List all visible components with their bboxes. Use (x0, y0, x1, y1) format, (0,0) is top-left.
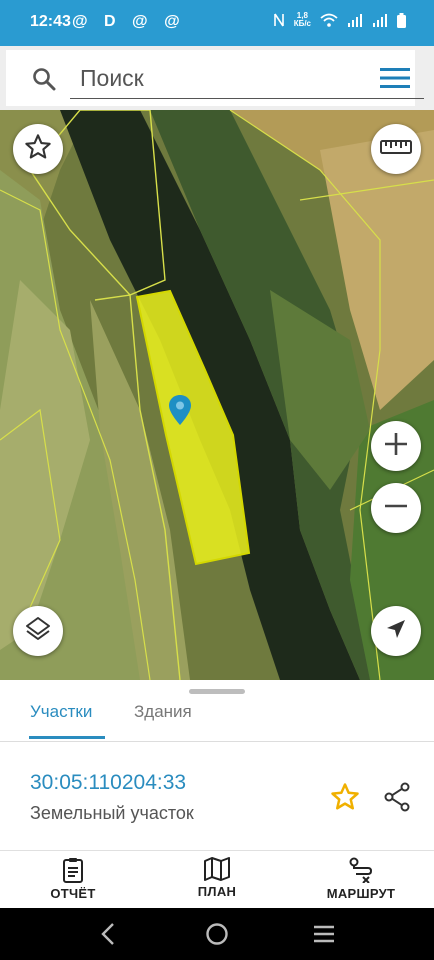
info-sheet: Участки Здания 30:05:110204:33 Земельный… (0, 680, 434, 850)
net-speed-unit: КБ/с (293, 19, 311, 28)
plot-type: Земельный участок (30, 803, 194, 823)
plus-icon (383, 431, 409, 462)
tab-plots[interactable]: Участки (30, 702, 92, 734)
route-button[interactable]: МАРШРУТ (306, 857, 416, 901)
star-icon[interactable] (330, 782, 360, 817)
route-icon (306, 857, 416, 883)
my-location-button[interactable] (371, 606, 421, 656)
search-card (6, 50, 424, 106)
search-input[interactable] (70, 59, 424, 99)
action-bar: ОТЧЁТ ПЛАН МАРШРУТ (0, 850, 434, 908)
sheet-drag-handle[interactable] (189, 689, 245, 694)
notification-icons: @ D @ @ (72, 13, 186, 30)
home-icon[interactable] (205, 922, 229, 951)
tab-buildings[interactable]: Здания (134, 702, 192, 734)
active-tab-indicator (29, 736, 105, 739)
star-outline-icon (24, 133, 52, 166)
share-icon[interactable] (383, 782, 411, 817)
layers-icon (24, 615, 52, 648)
route-label: МАРШРУТ (326, 886, 396, 901)
plan-button[interactable]: ПЛАН (162, 857, 272, 899)
location-marker-icon[interactable] (169, 395, 191, 430)
search-bar (0, 46, 434, 110)
favorite-button[interactable] (13, 124, 63, 174)
status-time: 12:43 (30, 13, 71, 30)
plan-label: ПЛАН (197, 884, 237, 899)
nfc-icon (273, 13, 285, 27)
map-icon (162, 857, 272, 881)
menu-icon[interactable] (380, 67, 410, 94)
net-speed: 1,8 КБ/с (294, 12, 311, 28)
navigation-arrow-icon (385, 618, 407, 645)
report-label: ОТЧЁТ (50, 886, 96, 901)
map-view[interactable] (0, 110, 434, 680)
status-right-icons: 1,8 КБ/с (273, 12, 406, 28)
clipboard-icon (18, 857, 128, 883)
signal-icon (347, 13, 363, 27)
search-icon[interactable] (32, 67, 56, 96)
ruler-button[interactable] (371, 124, 421, 174)
satellite-map (0, 110, 434, 680)
wifi-icon (320, 13, 338, 27)
cadastral-number[interactable]: 30:05:110204:33 (30, 771, 186, 795)
recent-apps-icon[interactable] (312, 922, 336, 951)
battery-icon (397, 12, 406, 28)
status-bar: 12:43 @ D @ @ 1,8 КБ/с (0, 0, 434, 46)
layers-button[interactable] (13, 606, 63, 656)
zoom-in-button[interactable] (371, 421, 421, 471)
signal-icon-2 (372, 13, 388, 27)
back-icon[interactable] (98, 922, 118, 951)
system-nav-bar (0, 908, 434, 960)
zoom-out-button[interactable] (371, 483, 421, 533)
report-button[interactable]: ОТЧЁТ (18, 857, 128, 901)
ruler-icon (380, 139, 412, 160)
sheet-tabs: Участки Здания (0, 698, 434, 742)
minus-icon (383, 493, 409, 524)
